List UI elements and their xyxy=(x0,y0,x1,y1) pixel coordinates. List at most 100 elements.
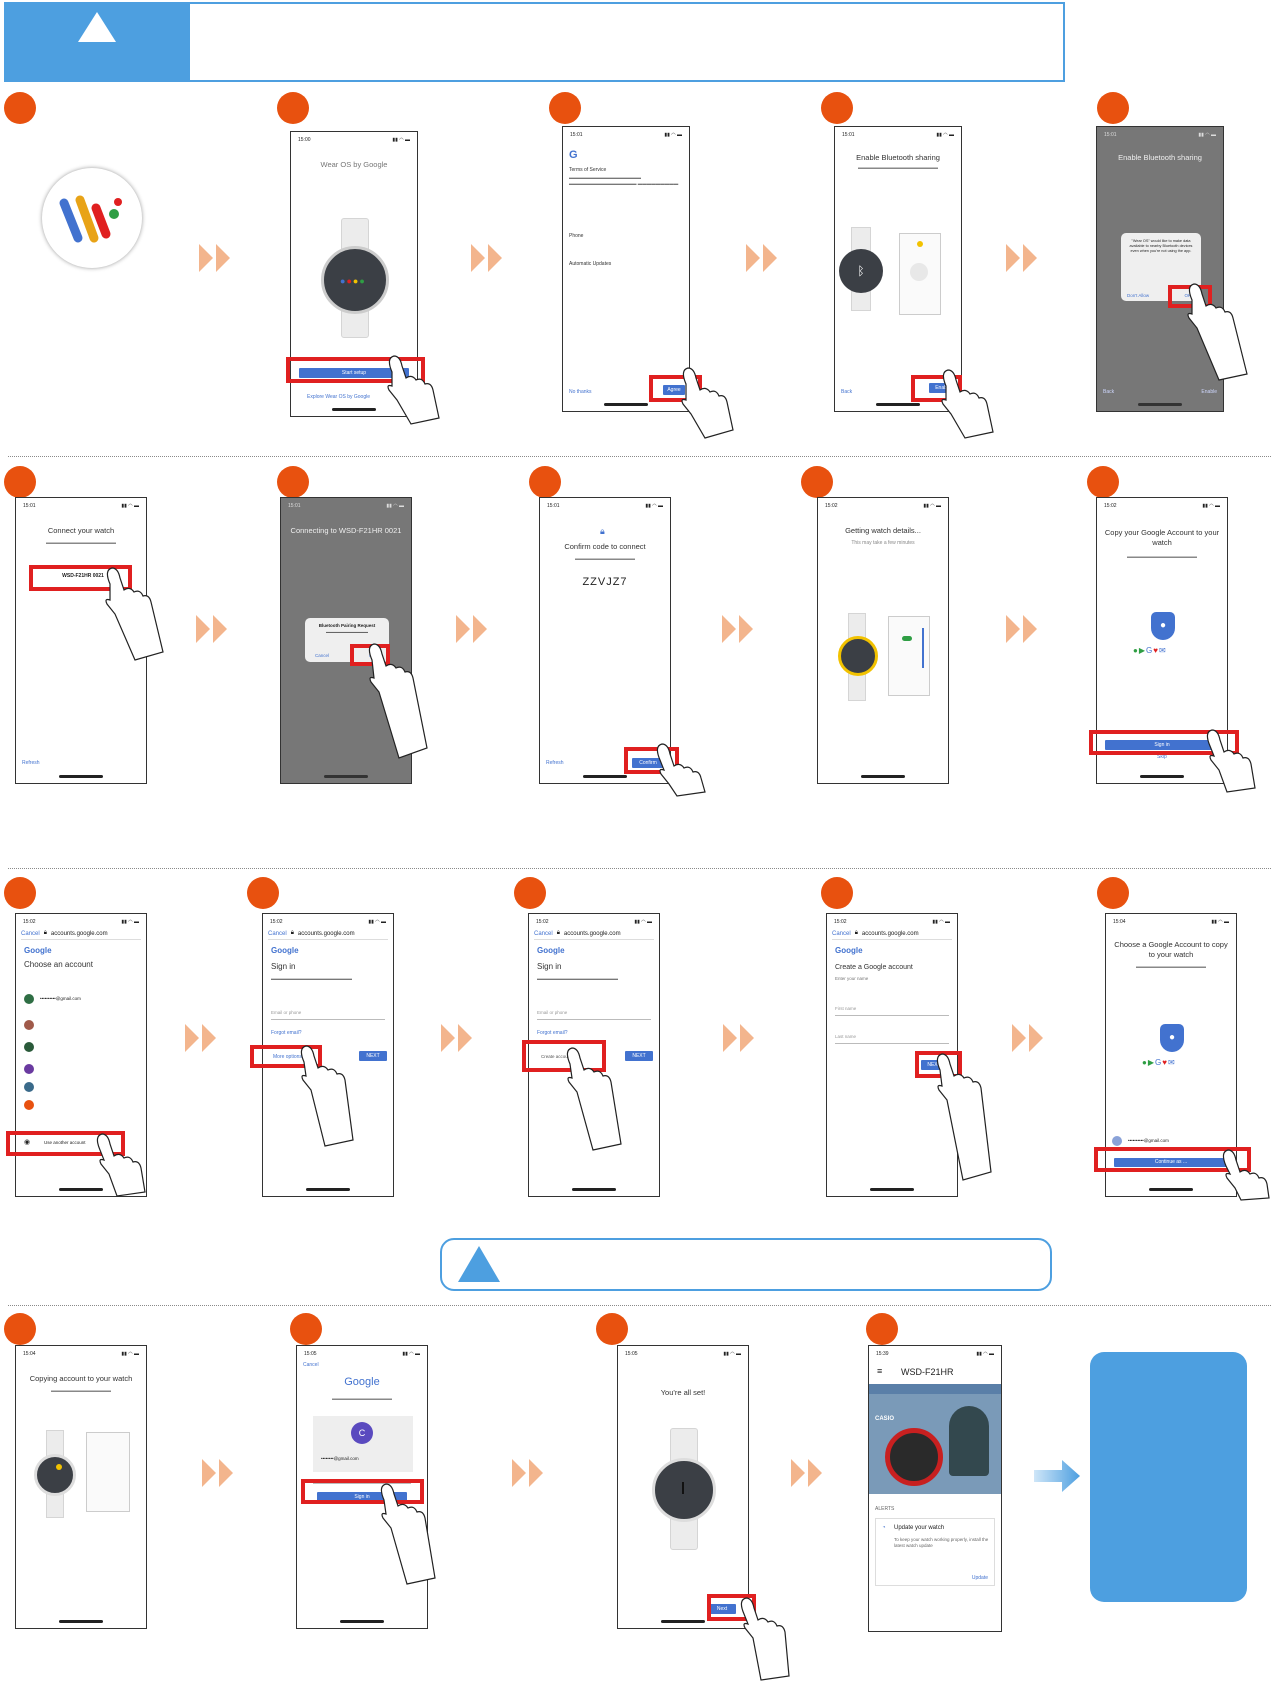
row-separator xyxy=(8,868,1271,869)
red-highlight-box xyxy=(1094,1147,1251,1172)
phone-screen-all-set: 15:05 ▮▮ ◠ ▬ You're all set! Next xyxy=(617,1345,749,1629)
double-chevron-right-icon xyxy=(199,244,233,272)
step-marker xyxy=(821,92,853,124)
step-marker xyxy=(866,1313,898,1345)
red-highlight-box xyxy=(911,375,962,402)
first-name-field[interactable]: First name xyxy=(835,1006,949,1016)
step-marker xyxy=(1097,877,1129,909)
phone-screen-copying: 15:04 ▮▮ ◠ ▬ Copying account to your watc… xyxy=(15,1345,147,1629)
phone-screen-bluetooth: 15:01 ▮▮ ◠ ▬ Enable Bluetooth sharing ▬▬▬… xyxy=(834,126,962,412)
refresh-link[interactable]: Refresh xyxy=(546,760,564,766)
completion-block xyxy=(1090,1352,1247,1602)
double-chevron-right-icon xyxy=(441,1024,475,1052)
red-highlight-box xyxy=(286,357,425,383)
no-thanks-link[interactable]: No thanks xyxy=(569,389,592,395)
screen-title: Wear OS by Google xyxy=(320,160,388,169)
arrow-right-icon xyxy=(1034,1458,1082,1494)
menu-icon[interactable]: ≡ xyxy=(877,1366,882,1376)
note-banner xyxy=(440,1238,1052,1291)
step-marker xyxy=(4,92,36,124)
google-logo: Google xyxy=(344,1376,380,1388)
double-chevron-right-icon xyxy=(471,244,505,272)
red-highlight-box xyxy=(649,375,702,402)
row-separator xyxy=(8,456,1271,457)
cancel-link[interactable]: Cancel xyxy=(303,1362,319,1368)
cancel-link[interactable]: Cancel xyxy=(21,931,40,937)
double-chevron-right-icon xyxy=(1012,1024,1046,1052)
google-g-icon: G xyxy=(569,149,578,161)
dont-allow-button[interactable]: Don't Allow xyxy=(1127,293,1149,298)
double-chevron-right-icon xyxy=(746,244,780,272)
explore-link[interactable]: Explore Wear OS by Google xyxy=(307,394,370,400)
double-chevron-right-icon xyxy=(791,1459,825,1487)
step-marker xyxy=(596,1313,628,1345)
wear-os-app-icon[interactable] xyxy=(42,168,142,268)
back-link[interactable]: Back xyxy=(841,389,852,395)
avatar[interactable] xyxy=(24,994,34,1004)
header-banner xyxy=(4,2,1065,82)
red-highlight-box xyxy=(301,1479,424,1504)
next-button[interactable]: NEXT xyxy=(359,1051,387,1061)
cancel-button[interactable]: Cancel xyxy=(315,653,329,658)
step-marker xyxy=(4,877,36,909)
email-field[interactable]: Email or phone xyxy=(537,1010,651,1020)
last-name-field[interactable]: Last name xyxy=(835,1034,949,1044)
phone-screen-connect: 15:01 ▮▮ ◠ ▬ Connect your watch ▬▬▬▬▬▬▬▬▬… xyxy=(15,497,147,784)
avatar: C xyxy=(351,1422,373,1444)
phone-screen-confirm-code: 15:01 ▮▮ ◠ ▬ 🔒︎ Confirm code to connect ▬… xyxy=(539,497,671,784)
shield-account-icon: ● xyxy=(1151,612,1175,640)
red-highlight-box xyxy=(1168,285,1212,308)
shield-account-icon: ● xyxy=(1160,1024,1184,1052)
double-chevron-right-icon xyxy=(1006,244,1040,272)
google-apps-icons: ●▶G♥✉ xyxy=(1142,1058,1176,1067)
double-chevron-right-icon xyxy=(202,1459,236,1487)
forgot-email-link[interactable]: Forgot email? xyxy=(271,1030,302,1036)
avatar[interactable] xyxy=(24,1082,34,1092)
warning-triangle-icon xyxy=(458,1246,500,1282)
step-marker xyxy=(529,466,561,498)
phone-screen-wear-os-home: 15:39 ▮▮ ◠ ▬ ≡ WSD-F21HR CASIO ALERTS ◔ U… xyxy=(868,1345,1002,1632)
step-marker xyxy=(1087,466,1119,498)
avatar[interactable] xyxy=(24,1042,34,1052)
double-chevron-right-icon xyxy=(1006,615,1040,643)
double-chevron-right-icon xyxy=(196,615,230,643)
double-chevron-right-icon xyxy=(722,615,756,643)
avatar xyxy=(1112,1136,1122,1146)
double-chevron-right-icon xyxy=(723,1024,757,1052)
warning-triangle-icon xyxy=(78,12,116,42)
google-apps-icons: ●▶G♥✉ xyxy=(1133,646,1167,655)
step-marker xyxy=(4,1313,36,1345)
step-marker xyxy=(821,877,853,909)
double-chevron-right-icon xyxy=(456,615,490,643)
pairing-code: ZZVJZ7 xyxy=(582,576,628,588)
avatar[interactable] xyxy=(24,1100,34,1110)
step-marker xyxy=(4,466,36,498)
email-field[interactable]: Email or phone xyxy=(271,1010,385,1020)
update-card: ◔ Update your watch To keep your watch w… xyxy=(875,1518,995,1586)
phone-screen-terms: 15:01 ▮▮ ◠ ▬ G Terms of Service ▬▬▬▬▬▬▬▬▬… xyxy=(562,126,690,412)
step-marker xyxy=(514,877,546,909)
red-highlight-box xyxy=(250,1045,322,1068)
lock-icon: 🔒︎ xyxy=(600,526,605,536)
device-name: WSD-F21HR xyxy=(901,1367,954,1377)
step-marker xyxy=(290,1313,322,1345)
red-highlight-box xyxy=(6,1131,125,1156)
phone-screen-bluetooth-dialog: 15:01 ▮▮ ◠ ▬ Enable Bluetooth sharing "We… xyxy=(1096,126,1224,412)
red-highlight-box xyxy=(522,1040,606,1072)
next-button[interactable]: NEXT xyxy=(625,1051,653,1061)
update-button[interactable]: Update xyxy=(972,1575,988,1581)
refresh-link[interactable]: Refresh xyxy=(22,760,40,766)
avatar[interactable] xyxy=(24,1020,34,1030)
red-highlight-box xyxy=(624,747,679,774)
step-marker xyxy=(549,92,581,124)
update-icon: ◔ xyxy=(882,1525,886,1531)
red-highlight-box xyxy=(1089,730,1239,755)
avatar[interactable] xyxy=(24,1064,34,1074)
step-marker xyxy=(277,92,309,124)
forgot-email-link[interactable]: Forgot email? xyxy=(537,1030,568,1036)
double-chevron-right-icon xyxy=(185,1024,219,1052)
phone-screen-pairing: 15:01 ▮▮ ◠ ▬ Connecting to WSD-F21HR 0021… xyxy=(280,497,412,784)
phone-screen-getting-details: 15:02 ▮▮ ◠ ▬ Getting watch details... Thi… xyxy=(817,497,949,784)
account-email[interactable]: ••••••••••@gmail.com xyxy=(40,996,81,1001)
step-marker xyxy=(247,877,279,909)
